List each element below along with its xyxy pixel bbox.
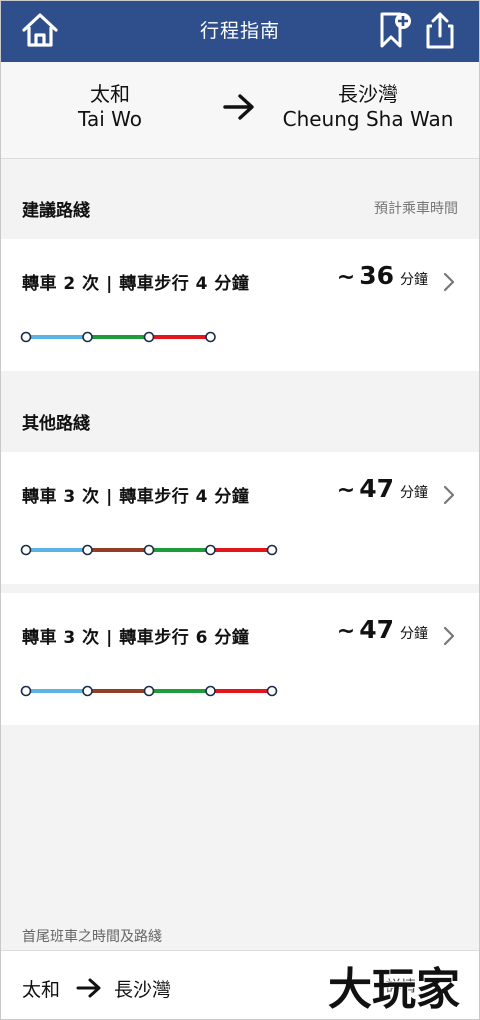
- route-summary: 太和 Tai Wo 長沙灣 Cheung Sha Wan: [0, 62, 480, 159]
- destination-station: 長沙灣 Cheung Sha Wan: [268, 82, 468, 132]
- duration-unit: 分鐘: [400, 272, 428, 288]
- route-line-diagram: [20, 331, 216, 343]
- route-line-diagram: [20, 544, 278, 556]
- route-duration: ~47 分鐘: [337, 474, 428, 503]
- approx-symbol: ~: [336, 265, 356, 290]
- origin-station: 太和 Tai Wo: [40, 82, 180, 132]
- app-header: 行程指南: [0, 0, 480, 62]
- duration-unit: 分鐘: [400, 626, 428, 642]
- route-transfer-summary: 轉車 2 次 | 轉車步行 4 分鐘: [22, 274, 250, 294]
- route-stop-node: [266, 685, 278, 697]
- duration-minutes: 47: [359, 474, 394, 503]
- duration-minutes: 47: [359, 615, 394, 644]
- route-option-card[interactable]: 轉車 2 次 | 轉車步行 4 分鐘 ~36 分鐘: [0, 239, 480, 371]
- approx-symbol: ~: [336, 619, 356, 644]
- other-section-header: 其他路綫: [0, 395, 480, 443]
- duration-unit: 分鐘: [400, 485, 428, 501]
- other-routes-label: 其他路綫: [22, 414, 90, 434]
- footer-origin: 太和: [22, 979, 61, 1001]
- duration-minutes: 36: [359, 261, 394, 290]
- route-transfer-summary: 轉車 3 次 | 轉車步行 4 分鐘: [22, 487, 250, 507]
- estimated-time-label: 預計乘車時間: [374, 201, 458, 217]
- watermark-logo: 大玩家: [327, 963, 461, 1016]
- route-stop-node: [82, 331, 93, 343]
- watermark-text: 大玩家: [328, 964, 460, 1015]
- arrow-right-icon: [76, 978, 101, 998]
- route-option-card[interactable]: 轉車 3 次 | 轉車步行 6 分鐘 ~47 分鐘: [0, 593, 480, 725]
- destination-name-zh: 長沙灣: [338, 82, 398, 106]
- approx-symbol: ~: [336, 478, 356, 503]
- chevron-right-icon: [443, 485, 455, 505]
- footer-destination: 長沙灣: [114, 979, 172, 1001]
- route-option-card[interactable]: 轉車 3 次 | 轉車步行 4 分鐘 ~47 分鐘: [0, 452, 480, 584]
- route-stop-node: [20, 685, 32, 697]
- route-stop-node: [266, 544, 278, 556]
- route-stop-node: [143, 544, 155, 556]
- route-stop-node: [205, 331, 216, 343]
- route-stop-node: [20, 331, 32, 343]
- route-stop-node: [82, 685, 93, 697]
- chevron-right-icon: [443, 272, 455, 292]
- bookmark-add-icon[interactable]: [374, 10, 414, 50]
- route-stop-node: [205, 685, 216, 697]
- destination-name-en: Cheung Sha Wan: [282, 107, 454, 131]
- first-last-train-label: 首尾班車之時間及路綫: [22, 929, 162, 945]
- origin-name-en: Tai Wo: [78, 107, 142, 131]
- route-duration: ~47 分鐘: [337, 615, 428, 644]
- suggested-label: 建議路綫: [22, 201, 90, 221]
- route-stop-node: [82, 544, 93, 556]
- route-line-diagram: [20, 685, 278, 697]
- chevron-right-icon: [443, 626, 455, 646]
- suggested-section-header: 建議路綫 預計乘車時間: [0, 182, 480, 230]
- route-stop-node: [20, 544, 32, 556]
- share-icon[interactable]: [420, 10, 460, 50]
- route-stop-node: [143, 331, 155, 343]
- route-duration: ~36 分鐘: [337, 261, 428, 290]
- route-stop-node: [143, 685, 155, 697]
- route-transfer-summary: 轉車 3 次 | 轉車步行 6 分鐘: [22, 628, 250, 648]
- route-stop-node: [205, 544, 216, 556]
- arrow-right-icon: [223, 94, 254, 120]
- origin-name-zh: 太和: [90, 82, 130, 106]
